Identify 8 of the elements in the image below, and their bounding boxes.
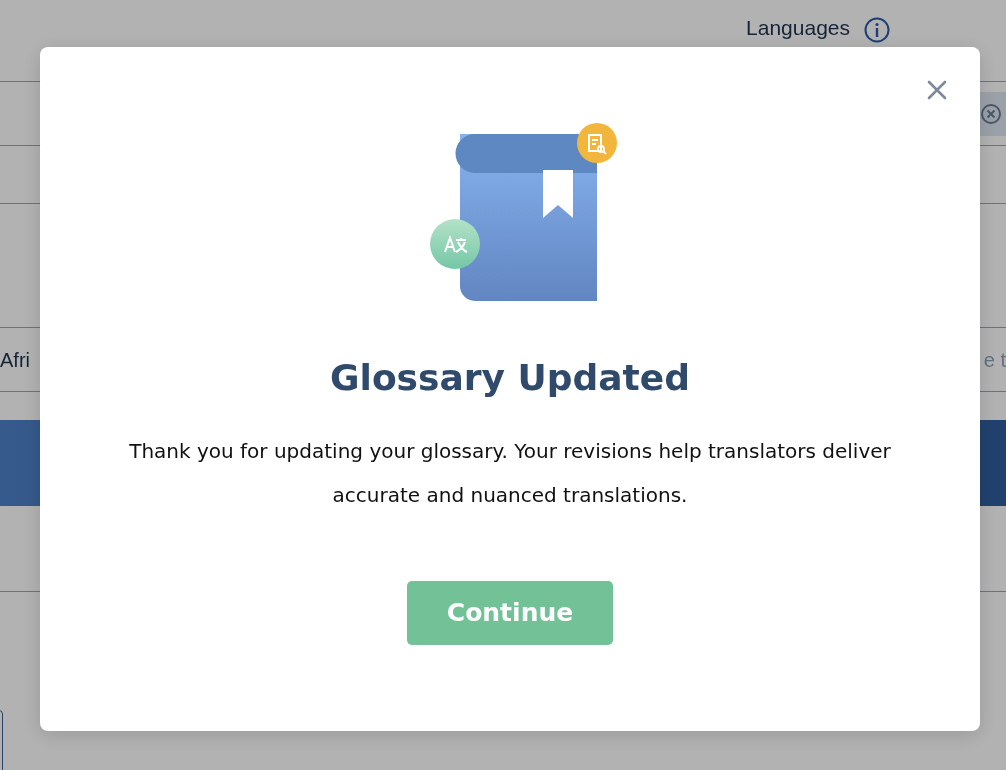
- dialog-message: Thank you for updating your glossary. Your revisions help translators deliver accurate and nuanced translations.: [128, 438, 892, 510]
- text-input[interactable]: e t: [983, 344, 1006, 375]
- language-name: Afri: [0, 347, 30, 373]
- remove-icon[interactable]: [980, 102, 1002, 125]
- dialog-title: Glossary Updated: [330, 356, 690, 400]
- continue-button[interactable]: Continue: [407, 581, 613, 646]
- languages-label: Languages: [746, 14, 850, 41]
- info-icon[interactable]: [864, 17, 890, 43]
